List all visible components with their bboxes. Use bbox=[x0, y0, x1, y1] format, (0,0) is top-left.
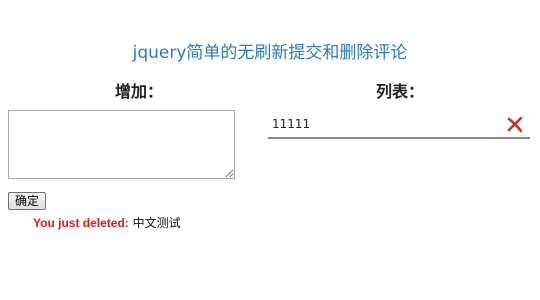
list-item: 11111 bbox=[268, 112, 530, 139]
page: jquery简单的无刷新提交和删除评论 增加： 列表： 确定 You just … bbox=[0, 0, 540, 300]
comment-list: 11111 bbox=[268, 112, 530, 139]
submit-button[interactable]: 确定 bbox=[8, 192, 47, 210]
comment-textarea[interactable] bbox=[8, 110, 235, 179]
deleted-message-value: 中文测试 bbox=[132, 216, 181, 230]
page-title: jquery简单的无刷新提交和删除评论 bbox=[132, 43, 408, 63]
deleted-message-prefix: You just deleted: bbox=[33, 216, 129, 230]
deleted-message: You just deleted: 中文测试 bbox=[33, 214, 181, 231]
list-heading: 列表： bbox=[376, 82, 425, 101]
list-item-text: 11111 bbox=[272, 117, 311, 131]
delete-icon[interactable] bbox=[506, 115, 524, 133]
add-heading: 增加： bbox=[115, 82, 164, 101]
